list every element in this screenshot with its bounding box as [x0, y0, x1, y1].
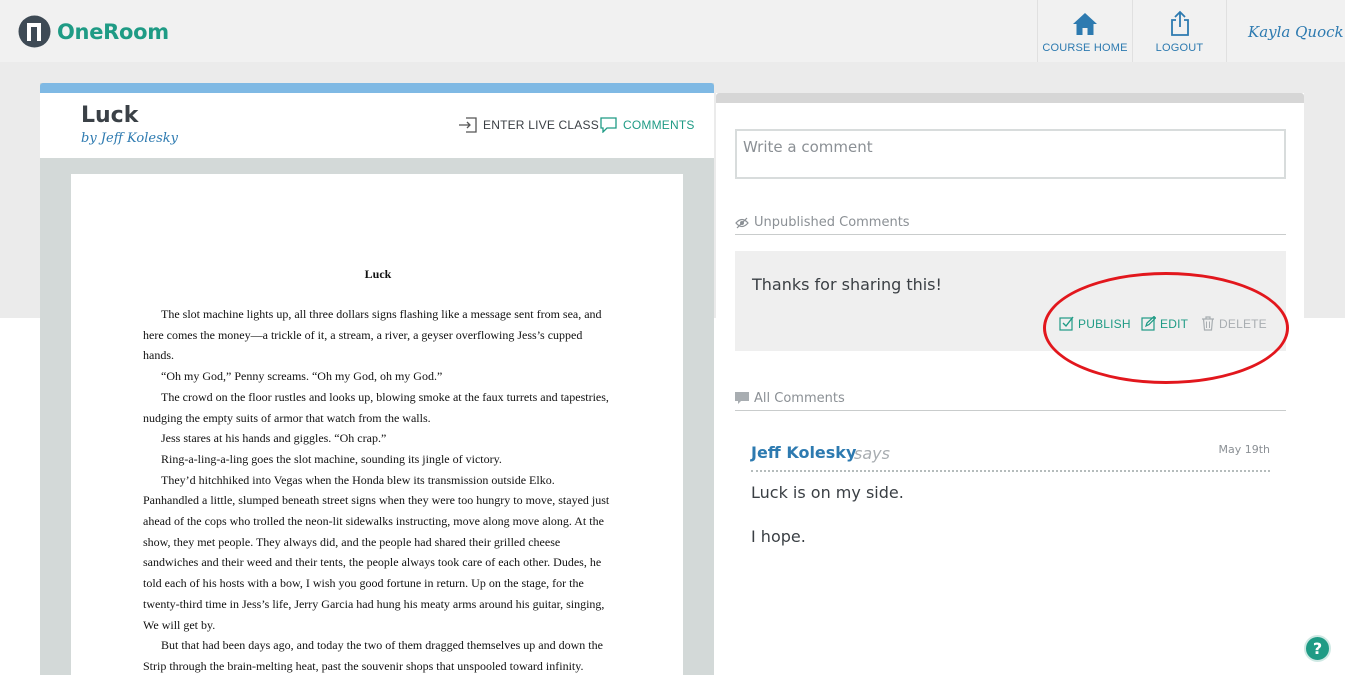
comment-meta: Jeff Kolesky says May 19th: [751, 443, 1270, 472]
document-page: Luck The slot machine lights up, all thr…: [71, 174, 683, 675]
comment-text-line: I hope.: [751, 527, 806, 546]
page-paragraph: The slot machine lights up, all three do…: [143, 307, 602, 363]
logout-label: LOGOUT: [1155, 42, 1204, 54]
page-paragraph: “Oh my God,” Penny screams. “Oh my God, …: [161, 369, 443, 384]
app-name: OneRoom: [57, 19, 169, 44]
eye-slash-icon: [735, 217, 749, 228]
comments-panel: Write a comment Unpublished Comments Tha…: [716, 93, 1304, 675]
oneroom-logo-icon: [18, 15, 51, 48]
document-panel: Luck by Jeff Kolesky ENTER LIVE CLASS CO…: [40, 83, 714, 675]
unpublished-comments-heading: Unpublished Comments: [735, 211, 1286, 235]
document-title: Luck: [81, 103, 139, 128]
comment-date: May 19th: [1218, 443, 1270, 456]
comments-panel-accent: [716, 93, 1304, 103]
user-name-link[interactable]: Kayla Quock: [1248, 23, 1344, 41]
page-heading: Luck: [364, 267, 392, 281]
page-paragraph: Jess stares at his hands and giggles. “O…: [161, 431, 387, 446]
document-header: Luck by Jeff Kolesky ENTER LIVE CLASS CO…: [40, 93, 714, 158]
all-comments-label: All Comments: [754, 391, 845, 406]
document-author[interactable]: by Jeff Kolesky: [81, 131, 178, 146]
comments-button[interactable]: COMMENTS: [600, 117, 695, 133]
top-bar: OneRoom COURSE HOME LOGOUT Kayla Quock: [0, 0, 1345, 62]
enter-live-class-button[interactable]: ENTER LIVE CLASS: [458, 117, 599, 133]
page-paragraph: But that had been days ago, and today th…: [143, 638, 603, 673]
speech-bubble-icon: [735, 392, 749, 404]
document-panel-accent: [40, 83, 714, 93]
enter-icon: [459, 117, 477, 133]
document-page-body: Luck The slot machine lights up, all thr…: [143, 264, 613, 675]
comment-says: says: [854, 444, 890, 463]
home-icon: [1073, 13, 1097, 35]
share-upload-icon: [1170, 10, 1189, 36]
comment: Jeff Kolesky says May 19th Luck is on my…: [751, 443, 1270, 546]
logout-button[interactable]: LOGOUT: [1132, 0, 1227, 62]
page-paragraph: Ring-a-ling-a-ling goes the slot machine…: [161, 451, 502, 466]
page-paragraph: The crowd on the floor rustles and looks…: [143, 389, 609, 425]
comment-bubble-icon: [600, 117, 617, 133]
course-home-label: COURSE HOME: [1042, 42, 1128, 54]
unpublished-comment-text: Thanks for sharing this!: [752, 275, 942, 294]
page-paragraph: They’d hitchhiked into Vegas when the Ho…: [143, 472, 610, 632]
comments-label: COMMENTS: [623, 118, 695, 132]
comment-author[interactable]: Jeff Kolesky: [751, 443, 856, 462]
unpublished-heading-label: Unpublished Comments: [754, 215, 910, 230]
course-home-button[interactable]: COURSE HOME: [1037, 0, 1132, 62]
logo[interactable]: OneRoom: [18, 15, 169, 48]
enter-live-class-label: ENTER LIVE CLASS: [483, 118, 599, 132]
help-button[interactable]: ?: [1304, 635, 1331, 662]
write-comment-input[interactable]: Write a comment: [735, 129, 1286, 179]
comment-text-line: Luck is on my side.: [751, 483, 904, 502]
all-comments-heading: All Comments: [735, 387, 1286, 411]
annotation-highlight-ring: [1043, 272, 1289, 384]
